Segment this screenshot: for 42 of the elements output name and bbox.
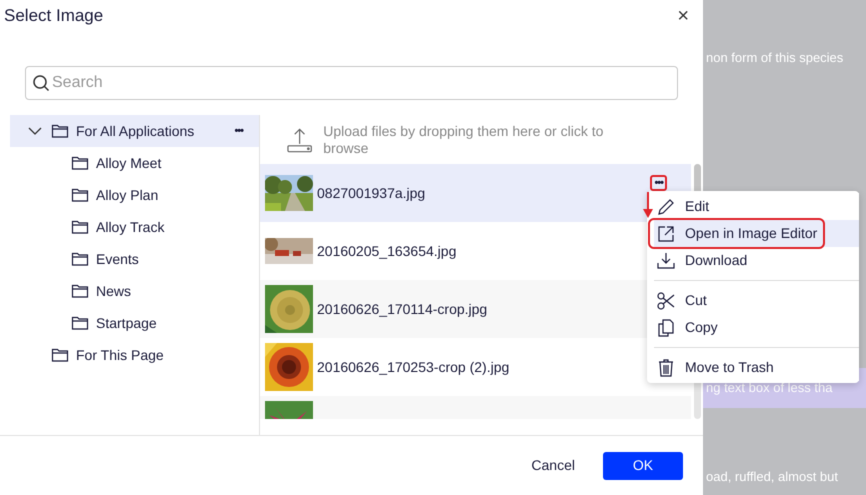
more-button[interactable]: ••• — [234, 122, 247, 140]
folder-icon — [71, 314, 89, 332]
folder-label: For All Applications — [76, 122, 194, 141]
upload-hint[interactable]: Upload files by dropping them here or click to browse — [323, 122, 643, 156]
search-icon — [32, 74, 50, 92]
scissors-icon — [656, 290, 676, 310]
folder-label: Events — [96, 250, 139, 268]
file-name: 0827001937a.jpg — [317, 184, 426, 203]
file-name: 20160626_170114-crop.jpg — [317, 300, 488, 319]
folder-label: For This Page — [76, 346, 164, 365]
folder-icon — [51, 346, 69, 364]
file-name: 20160626_170253-crop (2).jpg — [317, 358, 510, 377]
folder-label: Alloy Track — [96, 218, 164, 237]
pencil-icon — [656, 196, 676, 216]
ok-button[interactable]: OK — [603, 452, 683, 480]
search-field[interactable]: Search — [25, 66, 678, 100]
cancel-button[interactable]: Cancel — [523, 452, 583, 480]
folder-icon — [71, 282, 89, 300]
tree-item[interactable]: For All Applications ••• — [10, 115, 259, 147]
menu-item[interactable]: Download — [654, 247, 859, 274]
background-text: oad, ruffled, almost but — [705, 468, 840, 486]
folder-icon — [71, 154, 89, 172]
copy-icon — [656, 318, 676, 338]
file-row[interactable]: 0827001937a.jpg ••• — [260, 164, 672, 222]
folder-label: Alloy Plan — [96, 186, 158, 205]
folder-icon — [71, 186, 89, 204]
folder-icon — [71, 218, 89, 236]
external-link-icon — [656, 224, 676, 244]
menu-item[interactable]: Cut — [654, 287, 859, 314]
file-name: 20160205_163654.jpg — [317, 242, 456, 261]
download-icon — [656, 250, 676, 270]
trash-icon — [656, 358, 676, 378]
close-button[interactable]: × — [673, 6, 693, 26]
folder-label: News — [96, 282, 132, 300]
upload-icon — [287, 126, 312, 152]
dialog-title: Select Image — [4, 5, 104, 28]
annotation-arrow — [641, 191, 655, 219]
folder-icon — [51, 122, 69, 140]
folder-label: Startpage — [96, 314, 157, 333]
background-text: non form of this species — [705, 49, 844, 68]
folder-label: Alloy Meet — [96, 154, 162, 173]
folder-icon — [71, 250, 89, 268]
